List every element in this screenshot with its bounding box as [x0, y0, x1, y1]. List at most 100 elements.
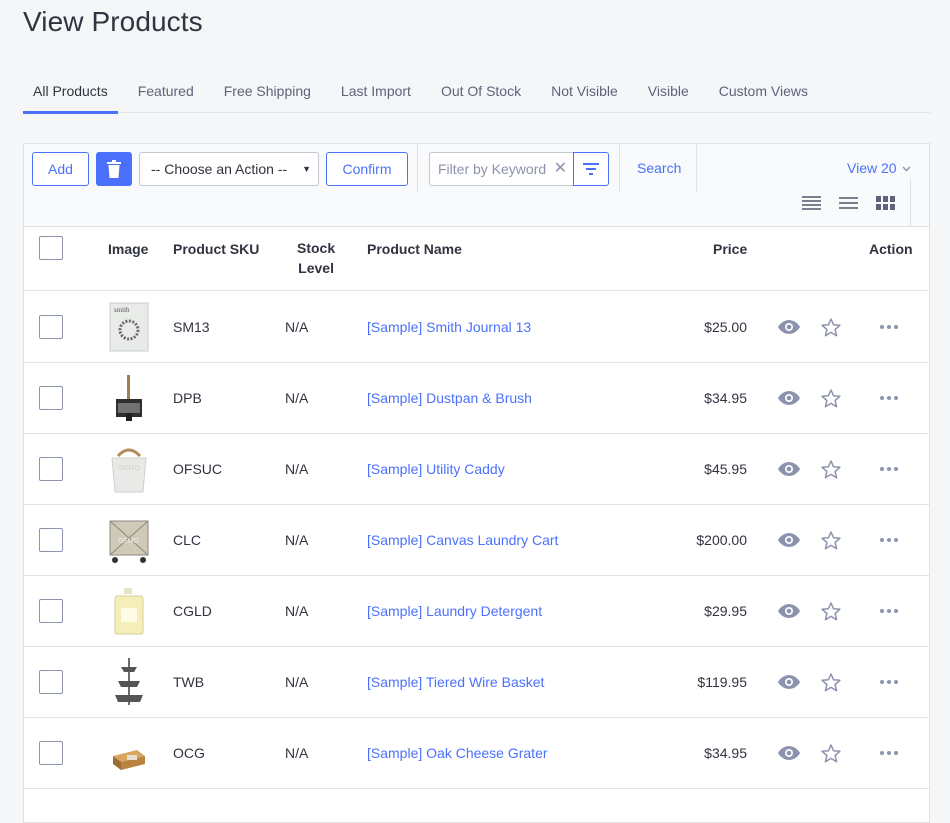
more-options-icon[interactable]	[878, 317, 900, 337]
divider	[696, 144, 697, 192]
more-options-icon[interactable]	[878, 743, 900, 763]
product-price: $119.95	[697, 674, 747, 690]
product-price: $34.95	[704, 390, 747, 406]
tab-out-of-stock[interactable]: Out Of Stock	[431, 72, 531, 113]
row-checkbox[interactable]	[39, 315, 63, 339]
more-options-icon[interactable]	[878, 388, 900, 408]
select-all-checkbox[interactable]	[39, 236, 63, 260]
product-sku: SM13	[173, 319, 210, 335]
clear-icon[interactable]: ✕	[554, 153, 567, 185]
stock-level: N/A	[285, 461, 309, 477]
table-row: TWB N/A [Sample] Tiered Wire Basket $119…	[24, 647, 929, 718]
eye-icon[interactable]	[778, 672, 800, 692]
stock-level: N/A	[285, 674, 309, 690]
eye-icon[interactable]	[778, 459, 800, 479]
table-row: CGLD N/A [Sample] Laundry Detergent $29.…	[24, 576, 929, 647]
filter-placeholder: Filter by Keyword	[438, 161, 547, 177]
star-icon[interactable]	[820, 672, 842, 692]
header-image: Image	[108, 241, 149, 257]
eye-icon[interactable]	[778, 530, 800, 550]
eye-icon[interactable]	[778, 388, 800, 408]
product-name-link[interactable]: [Sample] Tiered Wire Basket	[367, 647, 544, 717]
row-checkbox[interactable]	[39, 386, 63, 410]
tab-free-shipping[interactable]: Free Shipping	[214, 72, 321, 113]
tab-visible[interactable]: Visible	[638, 72, 699, 113]
product-thumbnail-cart[interactable]: DEMO	[106, 515, 152, 565]
product-price: $45.95	[704, 461, 747, 477]
product-sku: CLC	[173, 532, 202, 548]
product-price: $29.95	[704, 603, 747, 619]
table-header: Image Product SKU Stock Level Product Na…	[24, 228, 929, 291]
product-thumbnail-grater[interactable]	[106, 728, 152, 778]
more-options-icon[interactable]	[878, 459, 900, 479]
star-icon[interactable]	[820, 601, 842, 621]
row-checkbox[interactable]	[39, 528, 63, 552]
chevron-down-icon	[902, 166, 911, 172]
more-options-icon[interactable]	[878, 672, 900, 692]
star-icon[interactable]	[820, 388, 842, 408]
view-count-dropdown[interactable]: View 20	[847, 160, 911, 176]
table-toolbar: Add -- Choose an Action -- ▼ Confirm Fil…	[24, 144, 929, 227]
filter-button[interactable]	[573, 152, 609, 186]
divider	[417, 144, 418, 192]
star-icon[interactable]	[820, 530, 842, 550]
product-name-link[interactable]: [Sample] Smith Journal 13	[367, 292, 531, 362]
header-product-name[interactable]: Product Name	[367, 241, 462, 257]
product-name-link[interactable]: [Sample] Oak Cheese Grater	[367, 718, 548, 788]
action-select-value: -- Choose an Action --	[151, 161, 288, 177]
search-button[interactable]: Search	[637, 160, 681, 176]
delete-button[interactable]	[96, 152, 132, 186]
star-icon[interactable]	[820, 317, 842, 337]
page-title: View Products	[23, 6, 203, 37]
product-thumbnail-dustpan[interactable]	[106, 373, 152, 423]
tab-featured[interactable]: Featured	[128, 72, 204, 113]
eye-icon[interactable]	[778, 743, 800, 763]
tab-last-import[interactable]: Last Import	[331, 72, 421, 113]
grid-view-icon[interactable]	[876, 196, 895, 210]
more-options-icon[interactable]	[878, 601, 900, 621]
product-thumbnail-caddy[interactable]: DEMO	[106, 444, 152, 494]
header-sku[interactable]: Product SKU	[173, 241, 259, 257]
filter-icon	[583, 163, 599, 175]
tab-custom-views[interactable]: Custom Views	[709, 72, 818, 113]
confirm-button[interactable]: Confirm	[326, 152, 408, 186]
product-name-link[interactable]: [Sample] Dustpan & Brush	[367, 363, 532, 433]
list-view-icon[interactable]	[839, 196, 858, 210]
table-row: DEMO OFSUC N/A [Sample] Utility Caddy $4…	[24, 434, 929, 505]
star-icon[interactable]	[820, 743, 842, 763]
eye-icon[interactable]	[778, 601, 800, 621]
product-sku: OFSUC	[173, 461, 222, 477]
stock-level: N/A	[285, 319, 309, 335]
tab-not-visible[interactable]: Not Visible	[541, 72, 628, 113]
eye-icon[interactable]	[778, 317, 800, 337]
header-stock-line1: Stock	[297, 240, 336, 256]
action-select[interactable]: -- Choose an Action -- ▼	[139, 152, 319, 186]
row-checkbox[interactable]	[39, 457, 63, 481]
list-compact-view-icon[interactable]	[802, 196, 821, 210]
add-button[interactable]: Add	[32, 152, 89, 186]
star-icon[interactable]	[820, 459, 842, 479]
view-mode-toggle	[802, 196, 895, 210]
divider	[619, 144, 620, 192]
products-panel: Add -- Choose an Action -- ▼ Confirm Fil…	[23, 143, 930, 823]
row-checkbox[interactable]	[39, 741, 63, 765]
product-name-link[interactable]: [Sample] Canvas Laundry Cart	[367, 505, 558, 575]
header-price[interactable]: Price	[713, 241, 747, 257]
table-row: DPB N/A [Sample] Dustpan & Brush $34.95	[24, 363, 929, 434]
product-name-link[interactable]: [Sample] Utility Caddy	[367, 434, 505, 504]
product-name-link[interactable]: [Sample] Laundry Detergent	[367, 576, 542, 646]
header-action: Action	[869, 241, 913, 257]
product-price: $34.95	[704, 745, 747, 761]
product-price: $25.00	[704, 319, 747, 335]
tab-all-products[interactable]: All Products	[23, 72, 118, 114]
row-checkbox[interactable]	[39, 670, 63, 694]
filter-keyword-input[interactable]: Filter by Keyword ✕	[429, 152, 574, 186]
more-options-icon[interactable]	[878, 530, 900, 550]
row-checkbox[interactable]	[39, 599, 63, 623]
product-thumbnail-detergent[interactable]	[106, 586, 152, 636]
header-stock-level[interactable]: Stock Level	[297, 238, 335, 278]
product-thumbnail-journal[interactable]: smith	[106, 302, 152, 352]
product-thumbnail-basket[interactable]	[106, 657, 152, 707]
stock-level: N/A	[285, 745, 309, 761]
table-row: OCG N/A [Sample] Oak Cheese Grater $34.9…	[24, 718, 929, 789]
